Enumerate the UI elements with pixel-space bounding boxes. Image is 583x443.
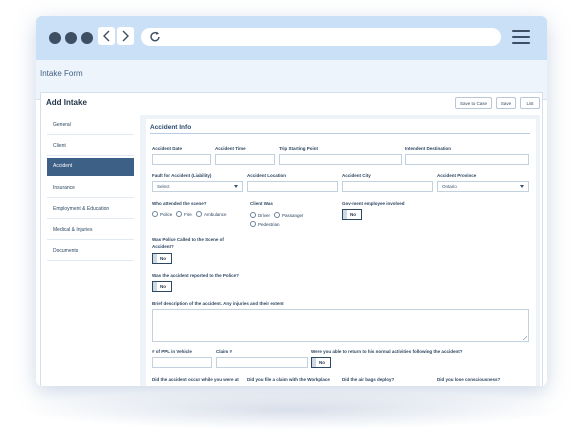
police-called-label-1: Was Police Called to the Scene of: [152, 237, 224, 242]
chevron-left-icon: [103, 30, 110, 42]
passanger-option-label: Passanger: [282, 212, 304, 218]
return-normal-toggle[interactable]: No: [311, 357, 331, 368]
govt-employee-label: Gov-ment employee involved: [342, 201, 405, 206]
reported-label: Was the accident reported to the Police?: [152, 273, 239, 278]
destination-input[interactable]: [405, 154, 529, 165]
address-bar[interactable]: [141, 28, 501, 46]
panel-title: Add Intake: [46, 98, 87, 107]
province-label: Accident Province: [437, 173, 477, 178]
section-title: Accident Info: [150, 124, 192, 131]
location-input[interactable]: [247, 181, 338, 192]
fault-select-value: Select: [157, 184, 170, 189]
back-button[interactable]: [98, 27, 115, 45]
driver-option-label: Driver: [258, 212, 270, 218]
accident-date-input[interactable]: [152, 154, 211, 165]
reload-icon[interactable]: [148, 30, 162, 44]
ppl-label: # of PPL in Vehicle: [152, 349, 192, 354]
police-option-label: Police: [160, 211, 173, 217]
city-label: Accident City: [342, 173, 371, 178]
radio-icon: [250, 221, 256, 227]
who-attended-label: Who attended the scene?: [152, 201, 207, 206]
fire-radio[interactable]: Fire: [176, 211, 192, 217]
chevron-down-icon: [234, 185, 238, 188]
fault-label: Fault for Accident (Liability): [152, 173, 212, 178]
govt-employee-toggle[interactable]: No: [342, 209, 362, 220]
sidebar-item-general[interactable]: General: [47, 117, 134, 135]
browser-toolbar: [36, 16, 547, 60]
consciousness-label: Did you lose consciousness?: [437, 377, 501, 382]
police-called-toggle-value: No: [160, 256, 166, 261]
fault-select[interactable]: Select: [152, 181, 243, 192]
trip-start-label: Trip Starting Point: [279, 146, 318, 151]
forward-button[interactable]: [117, 27, 134, 45]
filed-claim-label: Did you file a claim with the Workplace: [247, 377, 330, 382]
pedestrian-radio[interactable]: Pedestrian: [250, 221, 280, 227]
window-dot-3[interactable]: [81, 32, 93, 44]
radio-icon: [250, 212, 256, 218]
app-title: Intake Form: [40, 69, 83, 78]
driver-radio[interactable]: Driver: [250, 212, 270, 218]
police-called-toggle[interactable]: No: [152, 253, 172, 264]
occur-work-label: Did the accident occur while you were at: [152, 377, 239, 382]
pedestrian-option-label: Pedestrian: [258, 221, 280, 227]
description-label: Brief description of the accident. Any i…: [152, 301, 284, 306]
sidebar-item-accident[interactable]: Accident: [47, 158, 134, 176]
sidebar-item-medical[interactable]: Medical & Injuries: [47, 222, 134, 240]
form-content: Accident Info Accident Date Accident Tim…: [140, 115, 540, 386]
trip-start-input[interactable]: [279, 154, 402, 165]
window-shadow: [20, 390, 563, 430]
return-normal-label: Were you able to return to his normal ac…: [311, 349, 463, 354]
city-input[interactable]: [342, 181, 433, 192]
claim-label: Claim #: [216, 349, 233, 354]
chevron-down-icon: [520, 185, 524, 188]
reported-toggle[interactable]: No: [152, 281, 172, 292]
sidebar-item-insurance[interactable]: Insurance: [47, 180, 134, 198]
add-intake-panel: Add Intake Save to Case Save List Genera…: [40, 92, 543, 386]
accident-time-label: Accident Time: [215, 146, 246, 151]
destination-label: Intendent Destination: [405, 146, 451, 151]
section-divider: [150, 133, 530, 134]
sidebar-item-documents[interactable]: Documents: [47, 243, 134, 261]
location-label: Accident Location: [247, 173, 287, 178]
govt-employee-toggle-value: No: [350, 212, 356, 217]
sidebar: General Client Accident Insurance Employ…: [47, 117, 134, 386]
sidebar-item-employment[interactable]: Employment & Education: [47, 201, 134, 219]
window-dot-2[interactable]: [65, 32, 77, 44]
client-was-label: Client Was: [250, 201, 273, 206]
accident-time-input[interactable]: [215, 154, 275, 165]
chevron-right-icon: [122, 30, 129, 42]
province-select-value: Ontario: [442, 184, 457, 189]
police-radio[interactable]: Police: [152, 211, 172, 217]
browser-window: Intake Form Add Intake Save to Case Save…: [36, 16, 547, 386]
passanger-radio[interactable]: Passanger: [274, 212, 304, 218]
accident-date-label: Accident Date: [152, 146, 183, 151]
accident-info-card: Accident Info Accident Date Accident Tim…: [146, 119, 536, 386]
menu-icon[interactable]: [512, 30, 530, 45]
list-button[interactable]: List: [520, 97, 540, 109]
resize-grip-icon[interactable]: [523, 336, 527, 340]
sidebar-item-client[interactable]: Client: [47, 138, 134, 156]
ambulance-option-label: Ambulance: [204, 211, 227, 217]
claim-input[interactable]: [216, 357, 308, 368]
ppl-input[interactable]: [152, 357, 212, 368]
save-to-case-button[interactable]: Save to Case: [455, 97, 492, 109]
province-select[interactable]: Ontario: [437, 181, 529, 192]
description-textarea[interactable]: [152, 309, 529, 342]
radio-icon: [196, 211, 202, 217]
ambulance-radio[interactable]: Ambulance: [196, 211, 227, 217]
save-button[interactable]: Save: [496, 97, 516, 109]
radio-icon: [176, 211, 182, 217]
fire-option-label: Fire: [184, 211, 192, 217]
window-dot-1[interactable]: [49, 32, 61, 44]
airbags-label: Did the air bags deploy?: [342, 377, 395, 382]
return-normal-toggle-value: No: [319, 360, 325, 365]
reported-toggle-value: No: [160, 284, 166, 289]
radio-icon: [152, 211, 158, 217]
radio-icon: [274, 212, 280, 218]
police-called-label-2: Accident?: [152, 244, 174, 249]
